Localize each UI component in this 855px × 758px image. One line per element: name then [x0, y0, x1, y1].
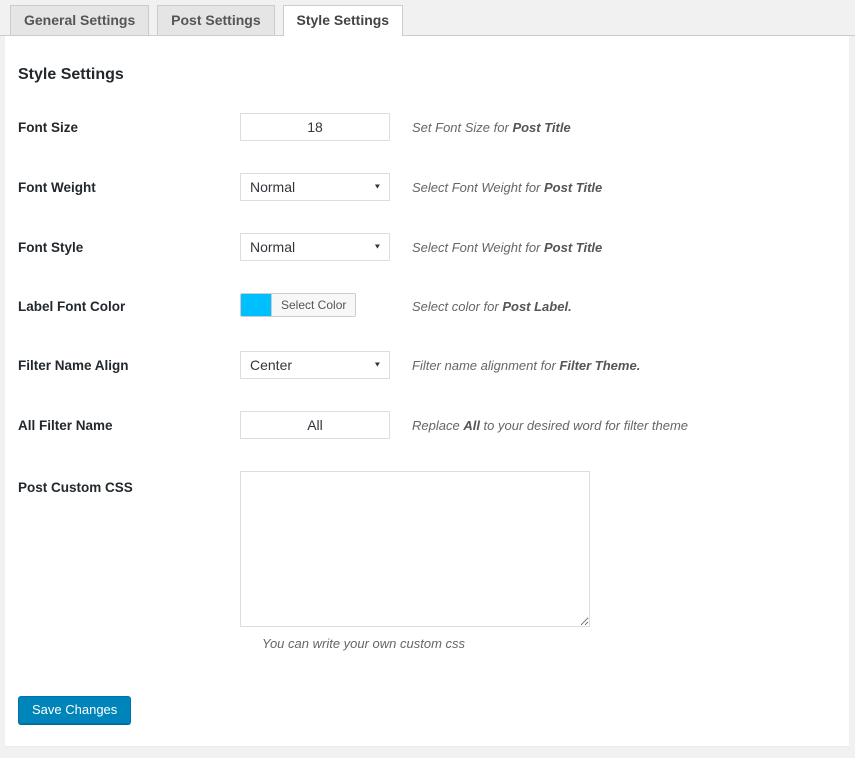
desc-bold-text: Post Title [512, 119, 571, 135]
font-size-control [240, 113, 390, 141]
font-style-select[interactable]: Normal [240, 233, 390, 261]
desc-bold-text: Post Title [544, 179, 603, 195]
desc-text: Select color for [412, 298, 503, 314]
desc-text: Select Font Weight for [412, 179, 544, 195]
all-filter-name-control [240, 411, 390, 439]
select-color-button-label: Select Color [271, 294, 356, 316]
font-weight-select[interactable]: Normal [240, 173, 390, 201]
label-font-color-description: Select color for Post Label. [412, 299, 572, 314]
font-size-input[interactable] [240, 113, 390, 141]
all-filter-name-input[interactable] [240, 411, 390, 439]
save-changes-button[interactable]: Save Changes [18, 696, 132, 724]
font-style-row: Font Style Normal ▼ Select Font Weight f… [5, 233, 849, 261]
desc-text: to your desired word for filter theme [479, 417, 689, 433]
font-weight-control: Normal ▼ [240, 173, 390, 201]
label-font-color-label: Label Font Color [18, 298, 126, 314]
tab-style-settings[interactable]: Style Settings [282, 5, 404, 36]
filter-name-align-row: Filter Name Align Center ▼ Filter name a… [5, 351, 849, 379]
font-size-row: Font Size Set Font Size for Post Title [5, 113, 849, 141]
color-picker-button[interactable]: Select Color [240, 293, 357, 317]
font-size-label: Font Size [18, 119, 78, 135]
font-style-control: Normal ▼ [240, 233, 390, 261]
post-custom-css-control: You can write your own custom css [240, 471, 592, 651]
post-custom-css-description: You can write your own custom css [262, 636, 466, 651]
font-size-description: Set Font Size for Post Title [412, 120, 571, 135]
filter-name-align-label: Filter Name Align [18, 357, 129, 373]
label-font-color-control: Select Color [240, 293, 390, 319]
tab-general-settings[interactable]: General Settings [10, 5, 150, 35]
font-style-description: Select Font Weight for Post Title [412, 240, 602, 255]
save-row: Save Changes [18, 696, 849, 724]
font-weight-row: Font Weight Normal ▼ Select Font Weight … [5, 173, 849, 201]
desc-text: Set Font Size for [412, 119, 513, 135]
post-custom-css-label: Post Custom CSS [18, 480, 133, 495]
font-style-label: Font Style [18, 239, 84, 255]
style-settings-panel: Style Settings Font Size Set Font Size f… [5, 36, 849, 746]
font-weight-label: Font Weight [18, 179, 96, 195]
desc-text: Filter name alignment for [412, 357, 560, 373]
all-filter-name-label: All Filter Name [18, 417, 113, 433]
desc-text: Replace [412, 417, 464, 433]
tab-post-settings[interactable]: Post Settings [157, 5, 275, 35]
desc-bold-text: Post Title [544, 239, 603, 255]
page-title: Style Settings [18, 66, 124, 83]
label-font-color-row: Label Font Color Select Color Select col… [5, 293, 849, 319]
all-filter-name-description: Replace All to your desired word for fil… [412, 418, 688, 433]
filter-name-align-description: Filter name alignment for Filter Theme. [412, 358, 640, 373]
desc-bold-text: All [463, 417, 480, 433]
post-custom-css-row: Post Custom CSS You can write your own c… [5, 471, 849, 651]
font-weight-description: Select Font Weight for Post Title [412, 180, 602, 195]
all-filter-name-row: All Filter Name Replace All to your desi… [5, 411, 849, 439]
color-swatch [241, 294, 271, 316]
filter-name-align-control: Center ▼ [240, 351, 390, 379]
desc-bold-text: Post Label. [502, 298, 572, 314]
desc-text: Select Font Weight for [412, 239, 544, 255]
desc-bold-text: Filter Theme. [559, 357, 641, 373]
post-custom-css-textarea[interactable] [240, 471, 590, 627]
settings-tab-bar: General Settings Post Settings Style Set… [0, 0, 855, 36]
filter-name-align-select[interactable]: Center [240, 351, 390, 379]
